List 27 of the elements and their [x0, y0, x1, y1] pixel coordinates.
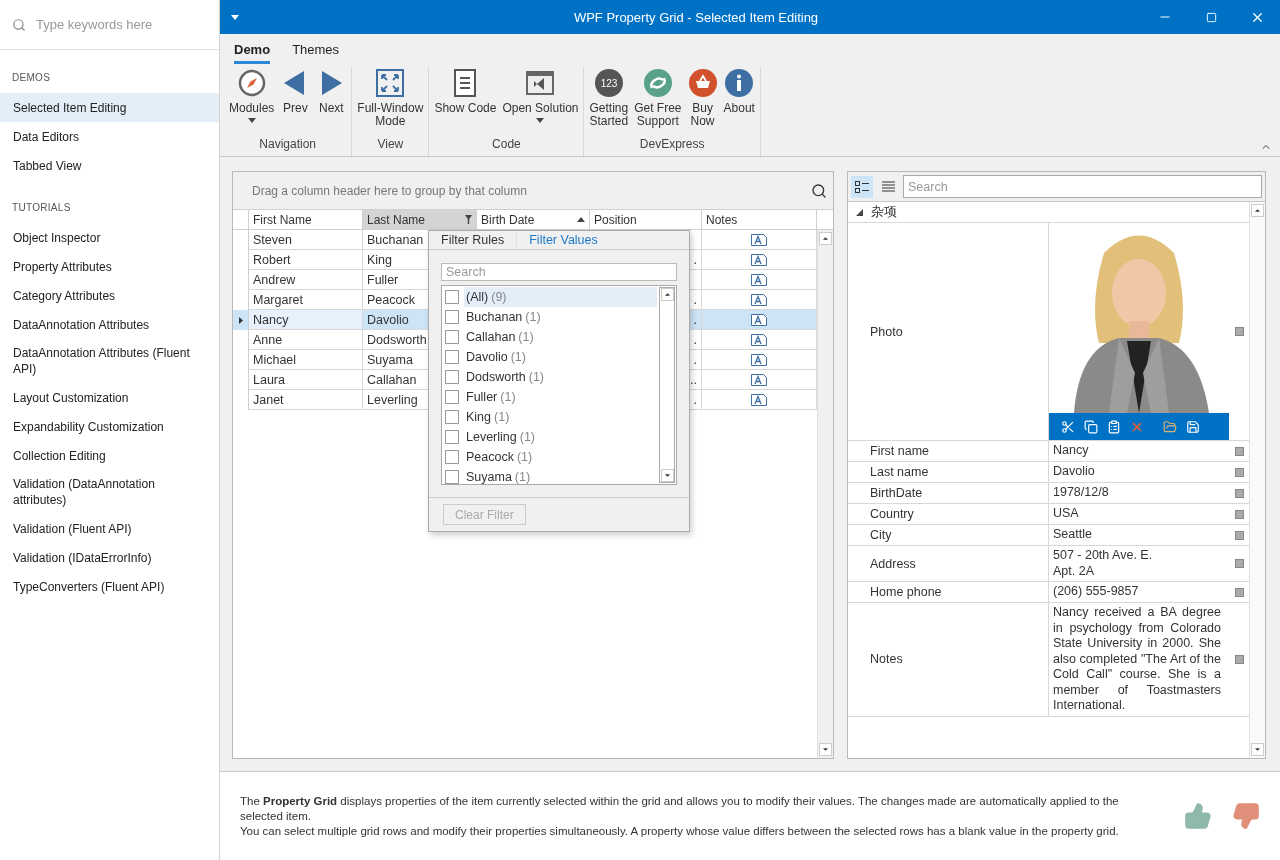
table-cell: .: [693, 352, 697, 367]
table-cell: .: [693, 292, 697, 307]
group-label: Navigation: [258, 136, 318, 153]
group-label: View: [376, 136, 405, 153]
description-text: The Property Grid displays properties of the item currently selected within the grid and allows you to modify their values. The changes made are automatically applied to the selected item. You can select multiple grid rows and modify their properties simultaneously. A property whose value differs between the selected rows has a blank value in the property grid.: [240, 793, 1120, 839]
property-name: Address: [848, 546, 1049, 581]
property-name: City: [848, 525, 1049, 545]
section-title: DEMOS: [11, 71, 52, 85]
group-panel-hint: Drag a column header here to group by that column: [252, 183, 527, 198]
property-name: Notes: [848, 603, 1049, 716]
table-cell: .: [693, 312, 697, 327]
group-label: Code: [491, 136, 522, 153]
section-title: TUTORIALS: [11, 201, 72, 215]
table-cell: .: [693, 252, 697, 267]
number-badge-icon: 123: [593, 68, 624, 98]
property-name: Last name: [848, 462, 1049, 482]
property-name: Home phone: [848, 582, 1049, 602]
property-name: Country: [848, 504, 1049, 524]
table-cell: Nancy: [249, 310, 363, 330]
window-title: WPF Property Grid - Selected Item Editing: [572, 9, 820, 25]
table-cell: ..: [690, 372, 697, 387]
table-cell: .: [693, 332, 697, 347]
property-name: BirthDate: [848, 483, 1049, 503]
property-name: First name: [848, 441, 1049, 461]
table-cell: .: [693, 392, 697, 407]
table-cell: Janet: [249, 390, 363, 410]
group-label: DevExpress: [638, 136, 706, 153]
